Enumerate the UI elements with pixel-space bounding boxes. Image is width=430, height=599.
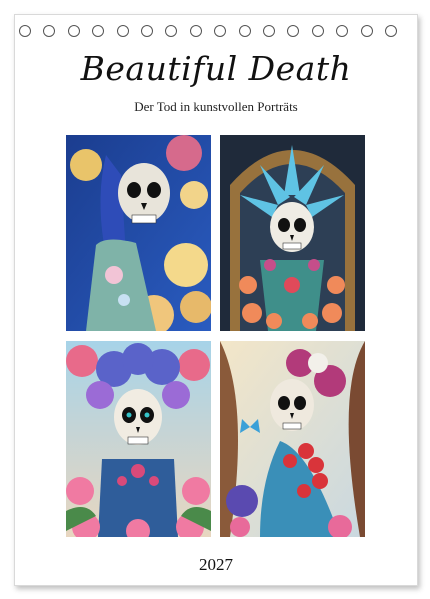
photo-skull-blue-feathers xyxy=(220,135,365,331)
binding-rings xyxy=(15,25,417,39)
binding-ring xyxy=(214,25,227,37)
binding-ring xyxy=(19,25,31,37)
photo-skull-pink-flowers xyxy=(66,341,211,537)
cover-title: Beautiful Death xyxy=(80,49,352,88)
binding-ring xyxy=(165,25,178,37)
photo-skull-blue-roses xyxy=(66,135,211,331)
binding-ring xyxy=(92,25,105,37)
binding-ring xyxy=(67,25,80,37)
binding-ring xyxy=(360,25,373,37)
binding-ring xyxy=(263,25,275,37)
cover-subtitle: Der Tod in kunstvollen Porträts xyxy=(134,99,298,114)
binding-ring xyxy=(336,25,349,37)
calendar-cover: Beautiful Death Der Tod in kunstvollen P… xyxy=(14,14,418,586)
calendar-year: 2027 xyxy=(199,555,233,574)
binding-ring xyxy=(287,25,300,37)
binding-ring xyxy=(141,25,153,37)
binding-ring xyxy=(43,25,56,37)
photo-skull-butterfly xyxy=(220,341,365,537)
binding-ring xyxy=(189,25,202,37)
binding-ring xyxy=(385,25,397,37)
binding-ring xyxy=(238,25,251,37)
binding-ring xyxy=(311,25,324,37)
binding-ring xyxy=(116,25,129,37)
